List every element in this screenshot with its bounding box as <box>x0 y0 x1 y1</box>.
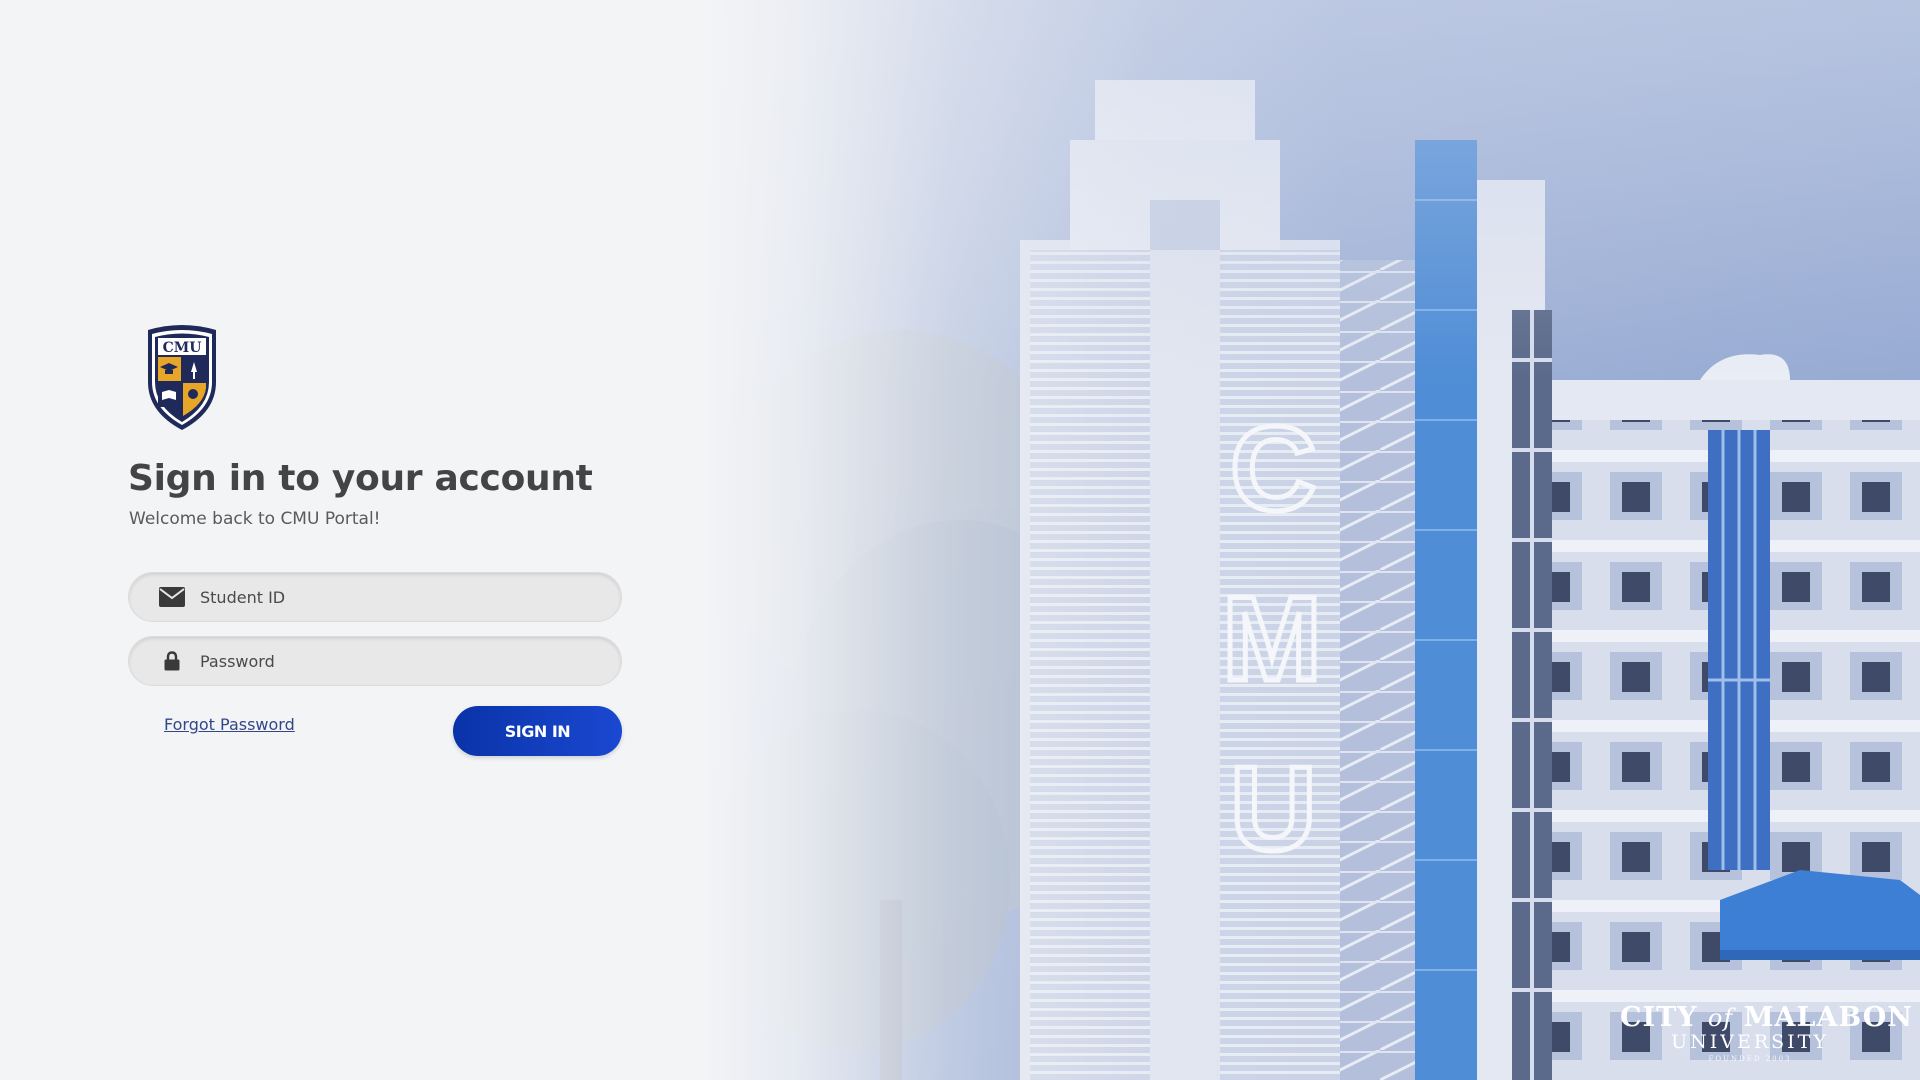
password-input[interactable] <box>200 651 600 671</box>
forgot-password-link[interactable]: Forgot Password <box>164 715 295 734</box>
wordmark-university: UNIVERSITY <box>1671 1031 1829 1053</box>
campus-background-photo: C M U <box>0 0 1920 1080</box>
envelope-icon <box>157 585 187 609</box>
wordmark-line1: CITY of MALABON <box>1620 1002 1912 1033</box>
page-subtitle: Welcome back to CMU Portal! <box>129 509 381 529</box>
university-wordmark: CITY of MALABON UNIVERSITY FOUNDED 2003 <box>1620 1002 1912 1063</box>
wordmark-of: of <box>1707 1004 1734 1032</box>
page-title: Sign in to your account <box>128 458 593 499</box>
wordmark-malabon: MALABON <box>1743 1002 1913 1033</box>
crest-text: CMU <box>163 340 202 356</box>
lock-icon <box>157 649 187 673</box>
password-field[interactable] <box>128 636 622 686</box>
wordmark-city: CITY <box>1620 1002 1698 1033</box>
student-id-field[interactable] <box>128 572 622 622</box>
student-id-input[interactable] <box>200 587 600 607</box>
cmu-crest-logo: CMU <box>148 325 216 430</box>
wordmark-founded: FOUNDED 2003 <box>1708 1055 1792 1063</box>
sign-in-button[interactable]: SIGN IN <box>453 706 622 756</box>
